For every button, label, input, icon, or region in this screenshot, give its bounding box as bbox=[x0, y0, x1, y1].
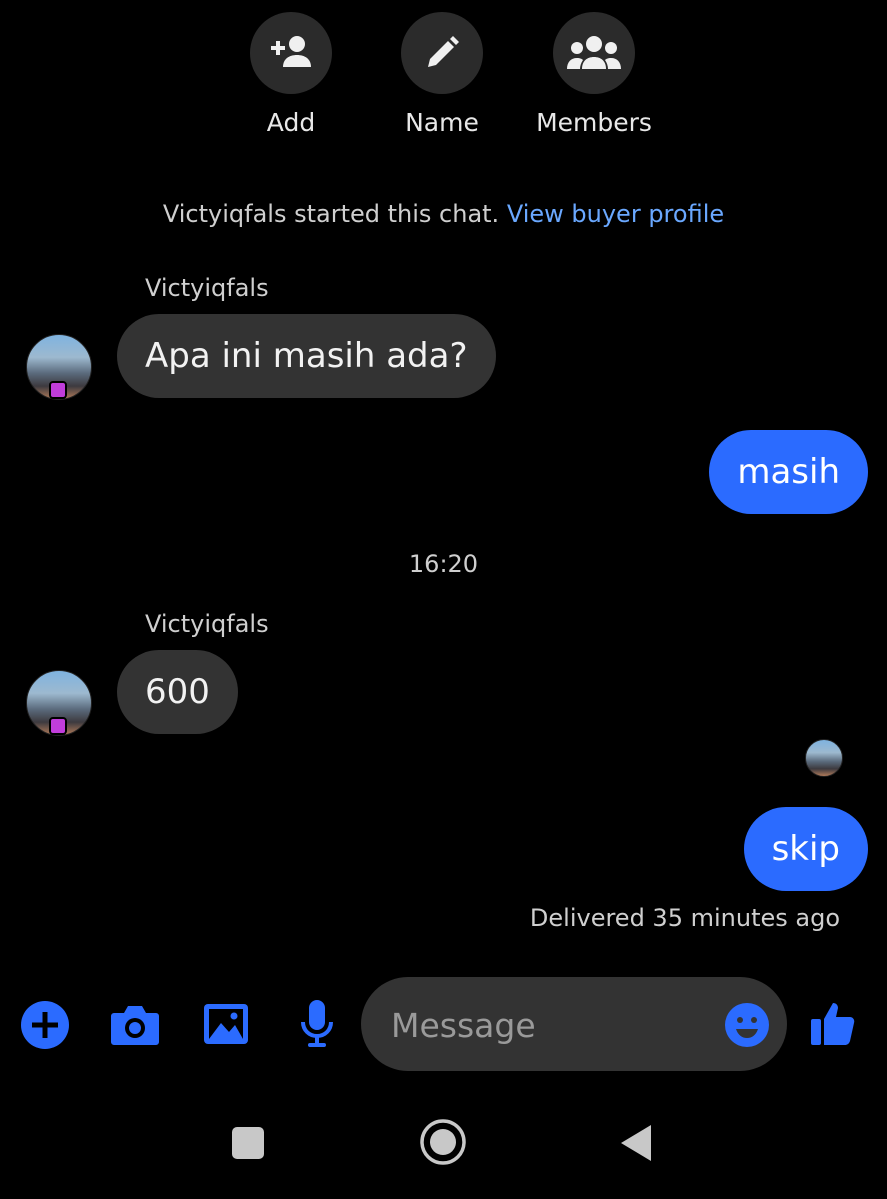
home-circle-icon bbox=[420, 1119, 466, 1165]
back-triangle-icon bbox=[621, 1125, 651, 1161]
seen-by-avatar bbox=[805, 739, 843, 777]
microphone-icon bbox=[301, 1000, 333, 1047]
more-actions-button[interactable] bbox=[20, 1000, 70, 1050]
members-action[interactable]: Members bbox=[519, 12, 669, 137]
sender-name: Victyiqfals bbox=[145, 274, 269, 302]
sender-name: Victyiqfals bbox=[145, 610, 269, 638]
chat-started-notice: Victyiqfals started this chat. View buye… bbox=[0, 200, 887, 228]
marketplace-badge-icon bbox=[49, 717, 67, 735]
add-person-button[interactable] bbox=[250, 12, 332, 94]
add-person-icon bbox=[271, 36, 311, 67]
avatar[interactable] bbox=[26, 334, 92, 400]
camera-icon bbox=[111, 1006, 159, 1045]
message-timestamp: 16:20 bbox=[408, 550, 479, 578]
emoji-icon bbox=[725, 1003, 769, 1047]
add-label: Add bbox=[266, 108, 316, 137]
like-button[interactable] bbox=[808, 998, 858, 1048]
plus-icon bbox=[21, 1001, 69, 1049]
incoming-message-bubble[interactable]: 600 bbox=[117, 650, 238, 734]
incoming-message-bubble[interactable]: Apa ini masih ada? bbox=[117, 314, 496, 398]
image-icon bbox=[204, 1004, 248, 1044]
group-icon bbox=[567, 36, 621, 69]
camera-button[interactable] bbox=[110, 1002, 160, 1048]
name-button[interactable] bbox=[401, 12, 483, 94]
members-button[interactable] bbox=[553, 12, 635, 94]
members-label: Members bbox=[536, 108, 652, 137]
pencil-icon bbox=[428, 36, 459, 67]
back-button[interactable] bbox=[618, 1123, 654, 1163]
thumbs-up-icon bbox=[811, 1003, 855, 1045]
add-action[interactable]: Add bbox=[216, 12, 366, 137]
home-button[interactable] bbox=[419, 1118, 467, 1166]
delivery-status: Delivered 35 minutes ago bbox=[529, 904, 840, 932]
avatar[interactable] bbox=[26, 670, 92, 736]
message-composer[interactable] bbox=[361, 977, 787, 1073]
marketplace-badge-icon bbox=[49, 381, 67, 399]
emoji-button[interactable] bbox=[723, 1001, 771, 1049]
gallery-button[interactable] bbox=[203, 1002, 249, 1046]
recents-button[interactable] bbox=[231, 1126, 265, 1160]
voice-button[interactable] bbox=[298, 998, 336, 1050]
view-buyer-profile-link[interactable]: View buyer profile bbox=[507, 200, 724, 228]
outgoing-message-bubble[interactable]: skip bbox=[743, 807, 868, 891]
outgoing-message-bubble[interactable]: masih bbox=[709, 430, 868, 514]
chat-started-text: Victyiqfals started this chat. bbox=[162, 200, 500, 228]
name-label: Name bbox=[405, 108, 479, 137]
message-input[interactable] bbox=[389, 977, 713, 1073]
recents-square-icon bbox=[232, 1127, 264, 1159]
name-action[interactable]: Name bbox=[367, 12, 517, 137]
